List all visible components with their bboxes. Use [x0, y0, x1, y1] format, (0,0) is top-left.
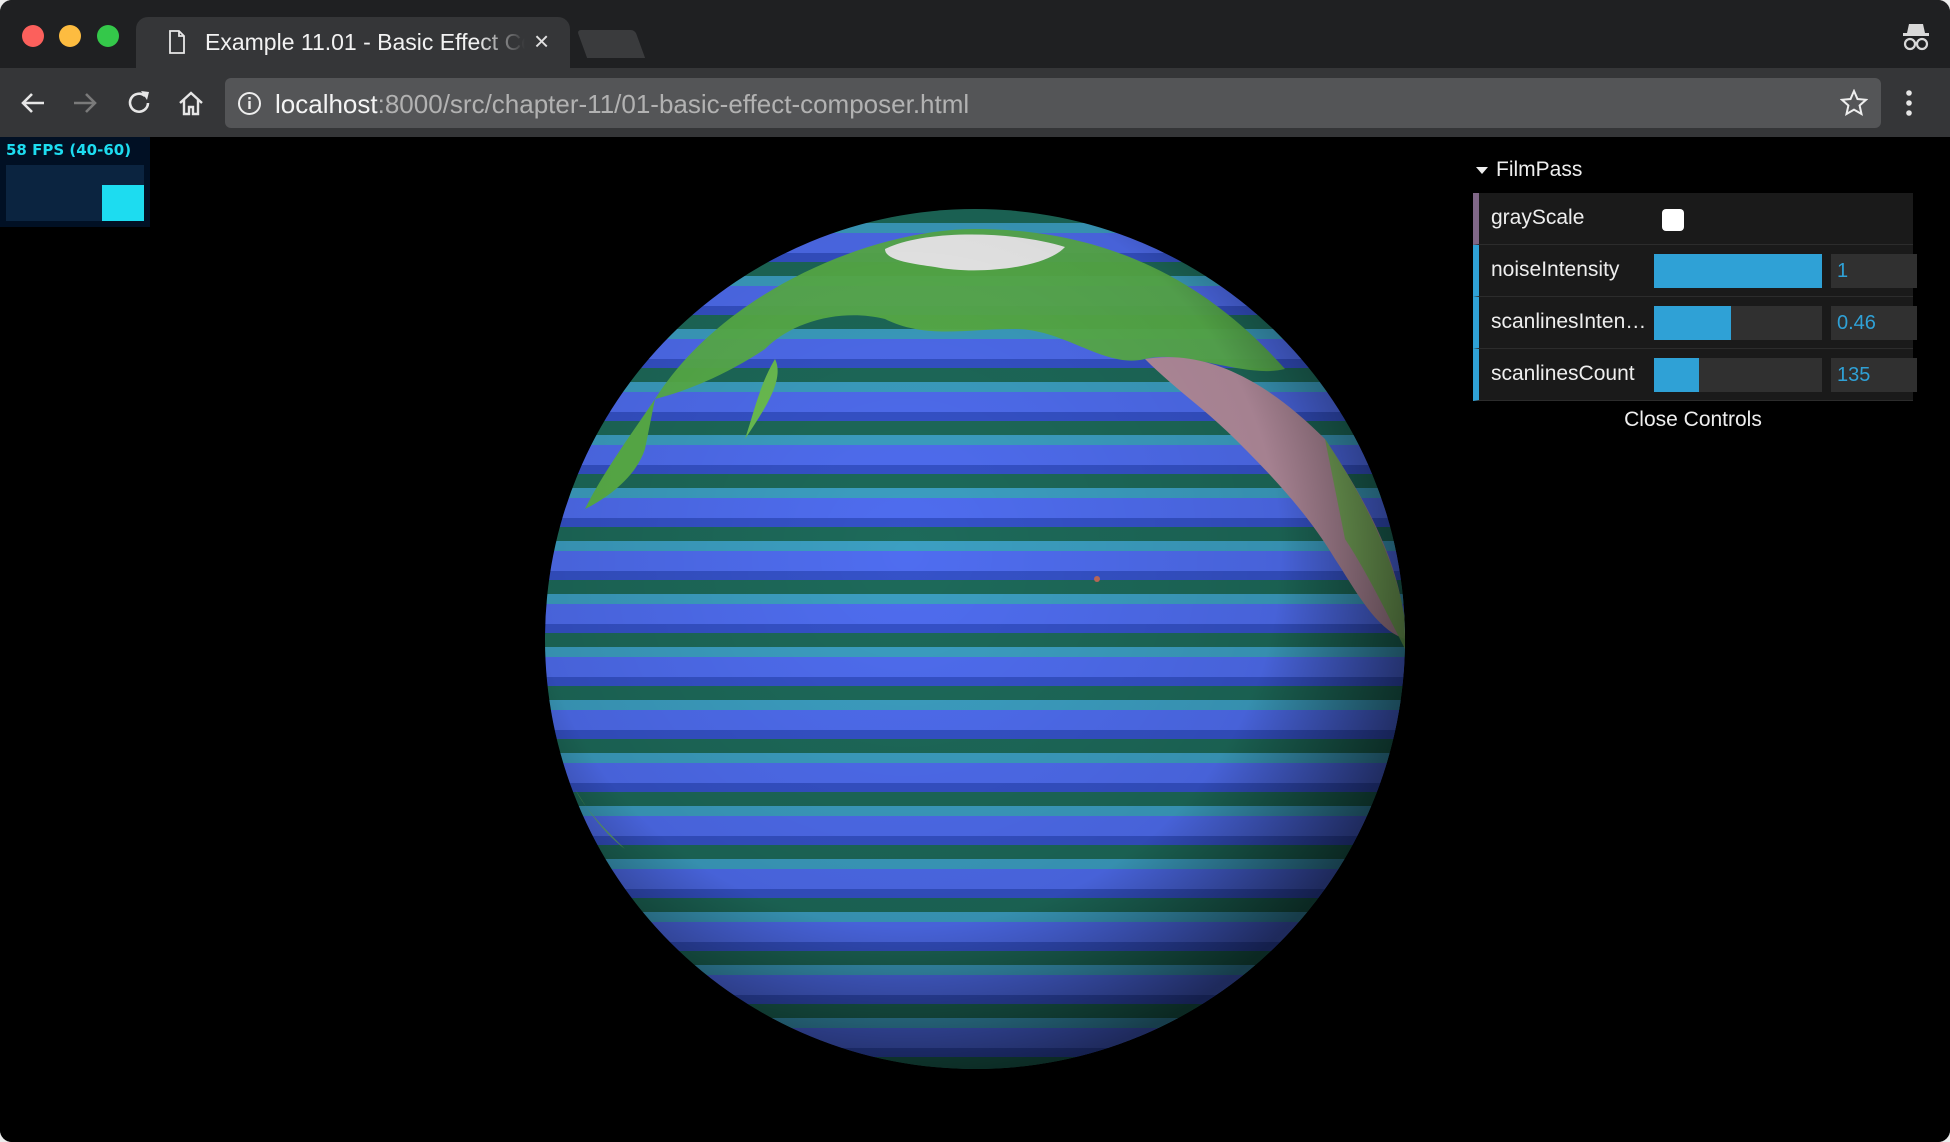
- noise-intensity-input[interactable]: 1: [1831, 254, 1917, 288]
- row-noise-intensity: noiseIntensity 1: [1473, 245, 1917, 297]
- scanlines-count-input[interactable]: 135: [1831, 358, 1917, 392]
- url-path: :8000/src/chapter-11/01-basic-effect-com…: [377, 89, 970, 119]
- scanlines-count-label: scanlinesCount: [1491, 362, 1635, 385]
- controls-panel: FilmPass grayScale noiseIntensity 1 scan…: [1468, 147, 1923, 439]
- grayscale-label: grayScale: [1491, 206, 1585, 229]
- noise-intensity-slider[interactable]: [1654, 254, 1822, 288]
- noise-intensity-label: noiseIntensity: [1491, 258, 1620, 281]
- fps-graph-bars: [102, 185, 144, 221]
- address-bar[interactable]: localhost:8000/src/chapter-11/01-basic-e…: [225, 78, 1881, 128]
- close-icon[interactable]: ×: [534, 26, 549, 56]
- scanlines-intensity-input[interactable]: 0.46: [1831, 306, 1917, 340]
- info-icon[interactable]: [237, 91, 262, 116]
- scanlines-intensity-slider[interactable]: [1654, 306, 1822, 340]
- home-icon[interactable]: [176, 88, 206, 118]
- fps-readout: 58 FPS (40-60): [6, 141, 132, 159]
- scanlines-intensity-label: scanlinesIntensity: [1491, 310, 1651, 333]
- close-window-button[interactable]: [22, 25, 44, 47]
- folder-toggle-icon: [1476, 167, 1488, 174]
- incognito-icon: [1903, 24, 1929, 51]
- earth-globe[interactable]: [545, 209, 1405, 1069]
- scanlines-count-slider[interactable]: [1654, 358, 1822, 392]
- webgl-viewport[interactable]: 58 FPS (40-60) FilmPass grayScale noiseI…: [0, 137, 1950, 1142]
- fps-stats-panel[interactable]: 58 FPS (40-60): [0, 137, 150, 227]
- zoom-window-button[interactable]: [97, 25, 119, 47]
- minimize-window-button[interactable]: [59, 25, 81, 47]
- noise-intensity-slider-fill: [1654, 254, 1822, 288]
- document-icon: [169, 30, 185, 54]
- browser-toolbar: localhost:8000/src/chapter-11/01-basic-e…: [0, 68, 1950, 137]
- folder-body: grayScale noiseIntensity 1 scanlinesInte…: [1473, 193, 1917, 401]
- row-grayscale: grayScale: [1473, 193, 1913, 245]
- fps-graph: [6, 165, 144, 221]
- star-icon[interactable]: [1840, 89, 1868, 117]
- close-controls-button[interactable]: Close Controls: [1473, 401, 1913, 439]
- browser-window: Example 11.01 - Basic Effect Composer ×: [0, 0, 1950, 1142]
- grayscale-checkbox[interactable]: [1662, 209, 1684, 231]
- menu-icon[interactable]: [1904, 88, 1914, 118]
- url-text[interactable]: localhost:8000/src/chapter-11/01-basic-e…: [275, 89, 969, 120]
- tab-title: Example 11.01 - Basic Effect Composer: [205, 29, 525, 55]
- row-scanlines-count: scanlinesCount 135: [1473, 349, 1917, 401]
- back-icon[interactable]: [18, 88, 48, 118]
- url-host: localhost: [275, 89, 378, 119]
- folder-filmpass[interactable]: FilmPass: [1468, 147, 1923, 193]
- reload-icon[interactable]: [124, 88, 154, 118]
- row-scanlines-intensity: scanlinesIntensity 0.46: [1473, 297, 1917, 349]
- new-tab-button[interactable]: [576, 30, 646, 58]
- scanlines-count-slider-fill: [1654, 358, 1700, 392]
- folder-title: FilmPass: [1496, 158, 1583, 181]
- forward-icon[interactable]: [70, 88, 100, 118]
- scanlines-intensity-slider-fill: [1654, 306, 1732, 340]
- tab-active[interactable]: Example 11.01 - Basic Effect Composer ×: [136, 17, 570, 68]
- tab-strip: Example 11.01 - Basic Effect Composer ×: [0, 0, 1950, 68]
